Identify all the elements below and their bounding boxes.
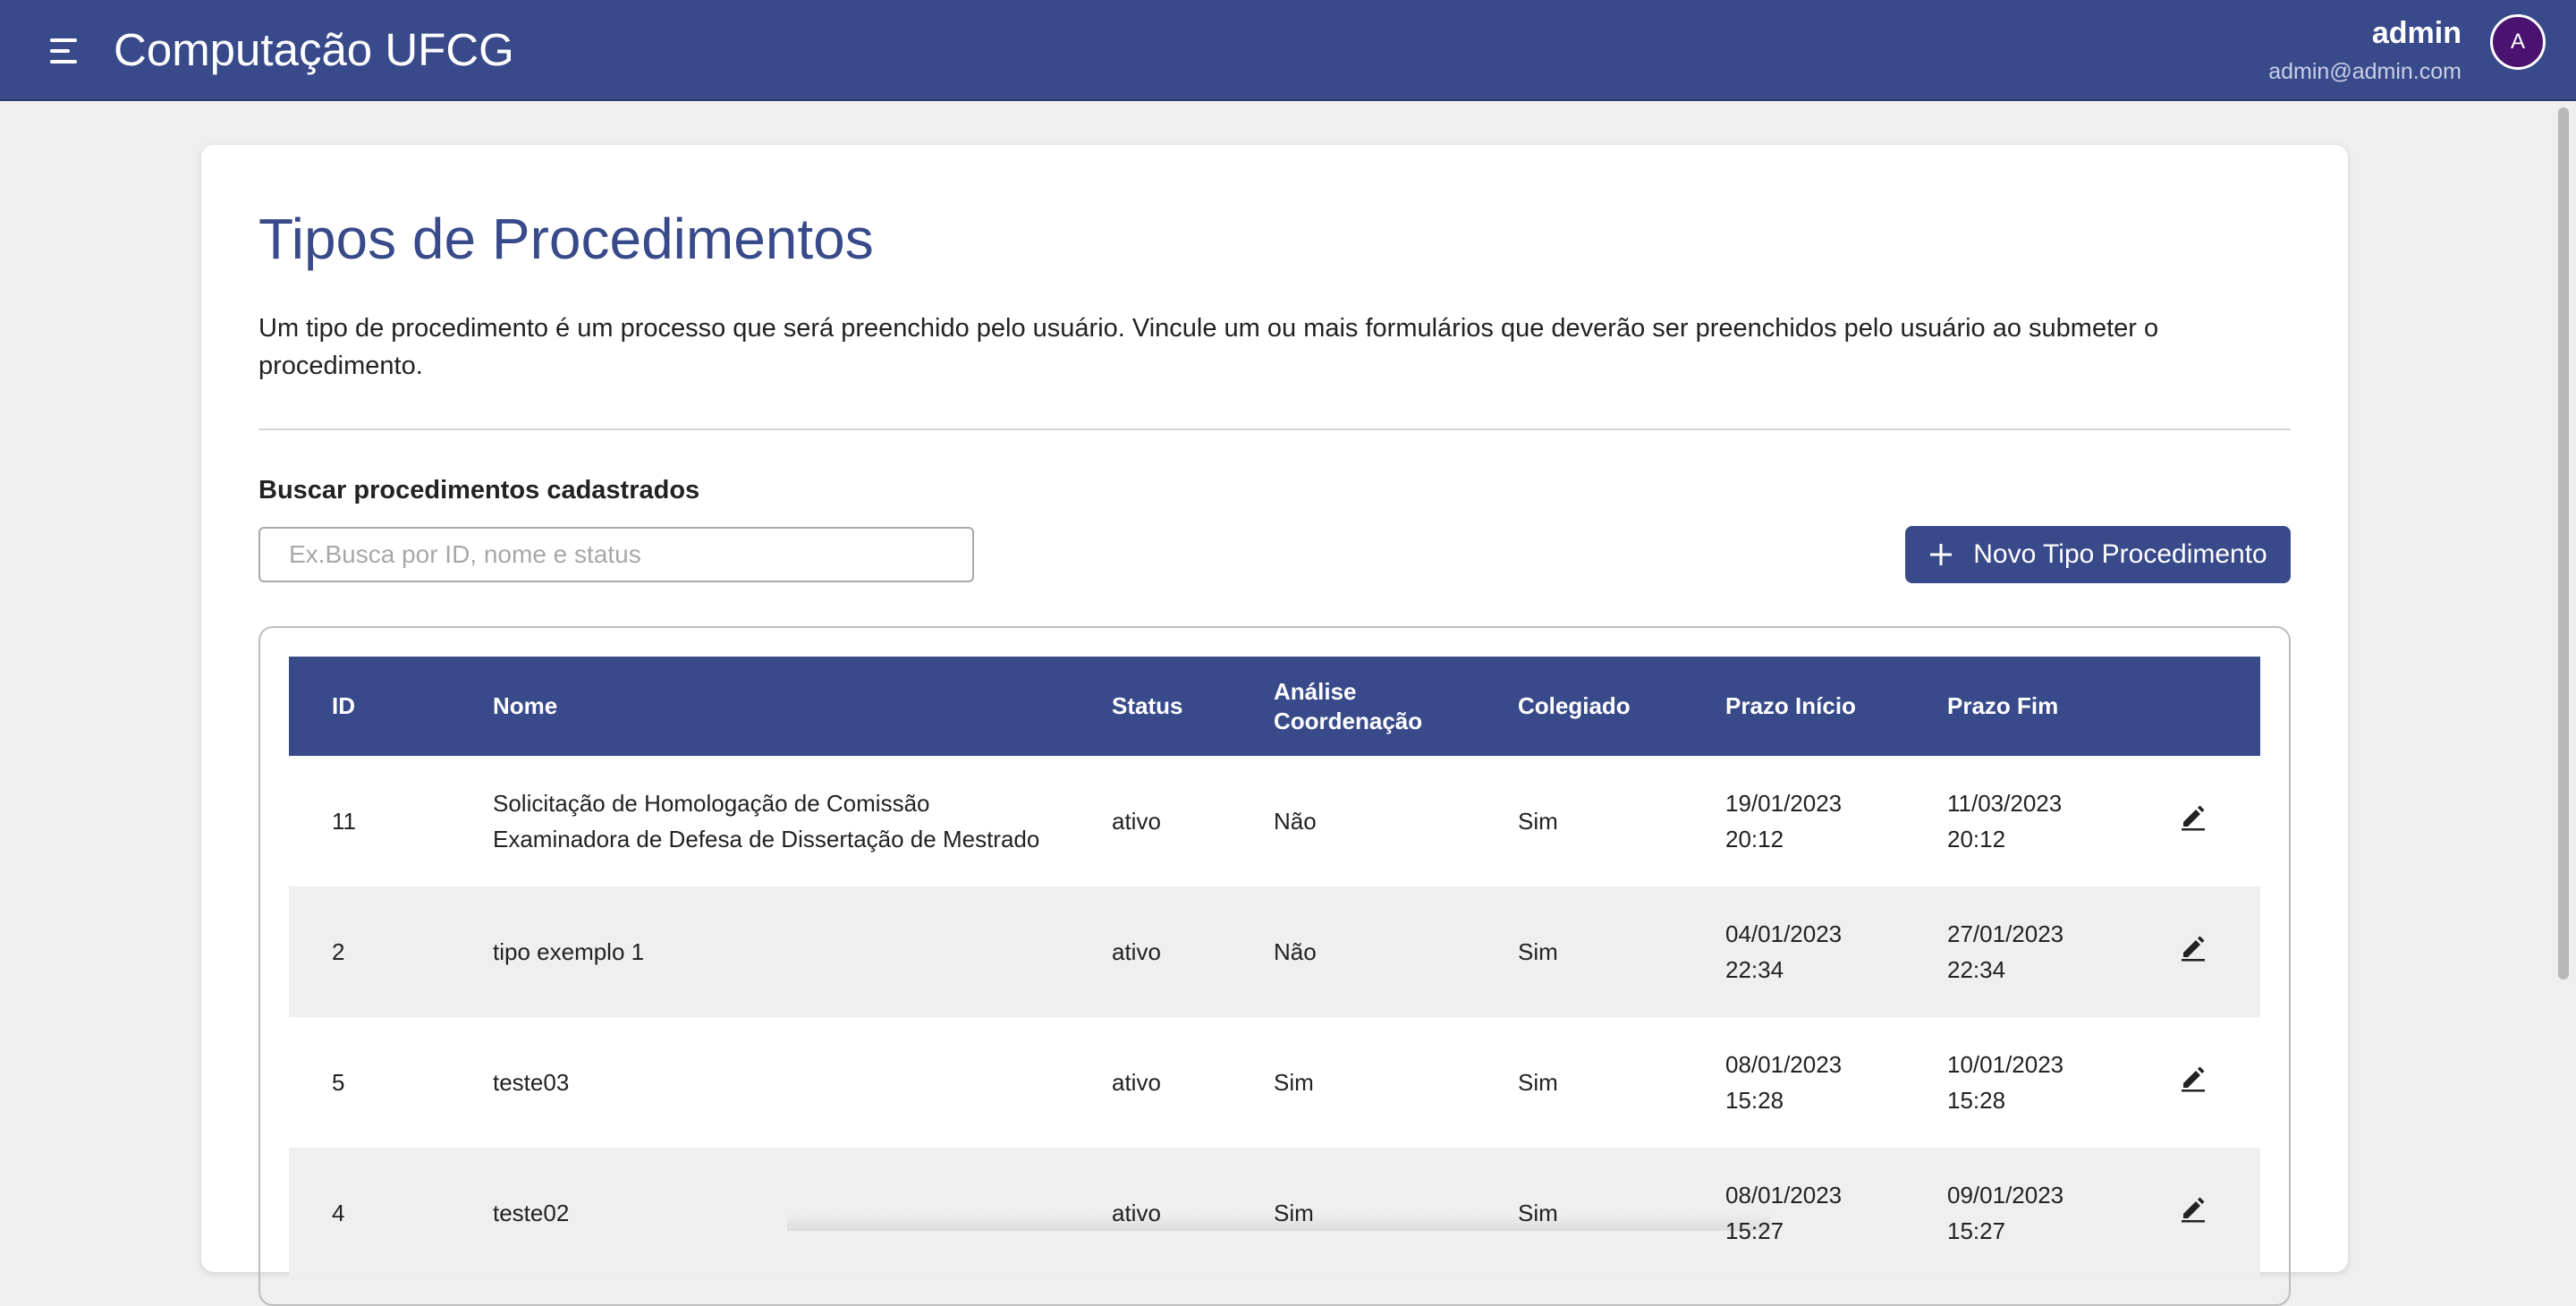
user-email: admin@admin.com [2268, 59, 2462, 84]
cell-nome-line2: Examinadora de Defesa de Dissertação de … [493, 826, 1040, 852]
cell-nome-line1: teste02 [493, 1200, 570, 1226]
table-header-row: ID Nome Status Análise Coordenação Coleg… [289, 657, 2260, 756]
cell-prazo-fim: 11/03/2023 20:12 [1904, 756, 2126, 886]
header-analise-line1: Análise [1274, 677, 1357, 705]
cell-nome-line1: tipo exemplo 1 [493, 938, 645, 965]
edit-icon[interactable] [2179, 802, 2207, 831]
cell-prazo-inicio-time: 22:34 [1725, 956, 1784, 983]
cell-prazo-fim-time: 20:12 [1947, 826, 2006, 852]
user-name: admin [2371, 16, 2462, 50]
cell-prazo-fim: 09/01/2023 15:27 [1904, 1148, 2126, 1278]
cell-nome: Solicitação de Homologação de Comissão E… [450, 756, 1069, 886]
app-bar: Computação UFCG admin admin@admin.com A [0, 0, 2576, 101]
cell-status: ativo [1112, 808, 1161, 835]
cell-prazo-inicio-date: 04/01/2023 [1725, 920, 1843, 947]
cell-prazo-inicio: 04/01/2023 22:34 [1682, 886, 1904, 1017]
cell-id: 11 [332, 808, 356, 835]
cell-analise: Sim [1274, 1069, 1314, 1096]
cell-actions [2126, 886, 2260, 1017]
cell-id: 4 [332, 1200, 345, 1226]
page-title: Tipos de Procedimentos [258, 207, 874, 271]
cell-prazo-fim: 27/01/2023 22:34 [1904, 886, 2126, 1017]
cell-prazo-fim-date: 11/03/2023 [1947, 790, 2063, 817]
cell-colegiado: Sim [1518, 808, 1558, 835]
divider [258, 428, 2291, 430]
cell-prazo-inicio: 19/01/2023 20:12 [1682, 756, 1904, 886]
cell-prazo-fim-date: 09/01/2023 [1947, 1182, 2064, 1208]
cell-prazo-inicio-date: 08/01/2023 [1725, 1182, 1843, 1208]
cell-prazo-fim-date: 27/01/2023 [1947, 920, 2064, 947]
cell-prazo-fim-time: 22:34 [1947, 956, 2006, 983]
avatar[interactable]: A [2490, 14, 2546, 70]
table-row[interactable]: 11 Solicitação de Homologação de Comissã… [289, 756, 2260, 886]
cell-prazo-fim-date: 10/01/2023 [1947, 1051, 2064, 1078]
header-analise-line2: Coordenação [1274, 707, 1423, 734]
table-row[interactable]: 5 teste03 ativo Sim Sim 08/01/2023 15:28… [289, 1017, 2260, 1148]
cell-nome-line1: teste03 [493, 1069, 570, 1096]
menu-icon[interactable] [48, 36, 82, 66]
cell-colegiado: Sim [1518, 938, 1558, 965]
procedures-table: ID Nome Status Análise Coordenação Coleg… [289, 657, 2260, 1278]
cell-prazo-inicio-date: 19/01/2023 [1725, 790, 1843, 817]
cell-id: 2 [332, 938, 345, 965]
plus-icon [1928, 542, 1953, 567]
cell-actions [2126, 1017, 2260, 1148]
header-nome[interactable]: Nome [450, 657, 1069, 756]
header-analise-coordenacao[interactable]: Análise Coordenação [1231, 657, 1475, 756]
new-procedure-type-button[interactable]: Novo Tipo Procedimento [1905, 526, 2291, 583]
procedures-table-container: ID Nome Status Análise Coordenação Coleg… [258, 626, 2291, 1306]
main-card: Tipos de Procedimentos Um tipo de proced… [201, 145, 2348, 1306]
header-prazo-fim[interactable]: Prazo Fim [1904, 657, 2126, 756]
edit-icon[interactable] [2179, 933, 2207, 962]
header-colegiado[interactable]: Colegiado [1475, 657, 1682, 756]
table-row[interactable]: 2 tipo exemplo 1 ativo Não Sim 04/01/202… [289, 886, 2260, 1017]
edit-icon[interactable] [2179, 1064, 2207, 1092]
cell-analise: Não [1274, 938, 1317, 965]
cell-prazo-inicio-date: 08/01/2023 [1725, 1051, 1843, 1078]
app-title: Computação UFCG [114, 24, 514, 75]
page-scrollbar-thumb[interactable] [2558, 107, 2569, 980]
cell-prazo-fim-time: 15:27 [1947, 1217, 2006, 1244]
header-prazo-inicio[interactable]: Prazo Início [1682, 657, 1904, 756]
cell-prazo-fim: 10/01/2023 15:28 [1904, 1017, 2126, 1148]
cell-status: ativo [1112, 938, 1161, 965]
cell-status: ativo [1112, 1069, 1161, 1096]
search-input[interactable] [258, 527, 974, 582]
header-id[interactable]: ID [289, 657, 450, 756]
cell-id: 5 [332, 1069, 345, 1096]
cell-nome-line1: Solicitação de Homologação de Comissão [493, 790, 930, 817]
cell-prazo-fim-time: 15:28 [1947, 1087, 2006, 1114]
bottom-shadow [787, 1213, 1771, 1231]
cell-actions [2126, 756, 2260, 886]
cell-prazo-inicio-time: 15:28 [1725, 1087, 1784, 1114]
edit-icon[interactable] [2179, 1194, 2207, 1223]
page-description: Um tipo de procedimento é um processo qu… [258, 314, 2159, 380]
search-label: Buscar procedimentos cadastrados [258, 476, 700, 505]
new-procedure-type-label: Novo Tipo Procedimento [1973, 539, 2267, 569]
cell-analise: Não [1274, 808, 1317, 835]
header-actions [2126, 657, 2260, 756]
cell-actions [2126, 1148, 2260, 1278]
cell-prazo-inicio: 08/01/2023 15:28 [1682, 1017, 1904, 1148]
cell-colegiado: Sim [1518, 1069, 1558, 1096]
header-status[interactable]: Status [1069, 657, 1231, 756]
cell-nome: tipo exemplo 1 [450, 886, 1069, 1017]
cell-nome: teste03 [450, 1017, 1069, 1148]
cell-prazo-inicio-time: 20:12 [1725, 826, 1784, 852]
